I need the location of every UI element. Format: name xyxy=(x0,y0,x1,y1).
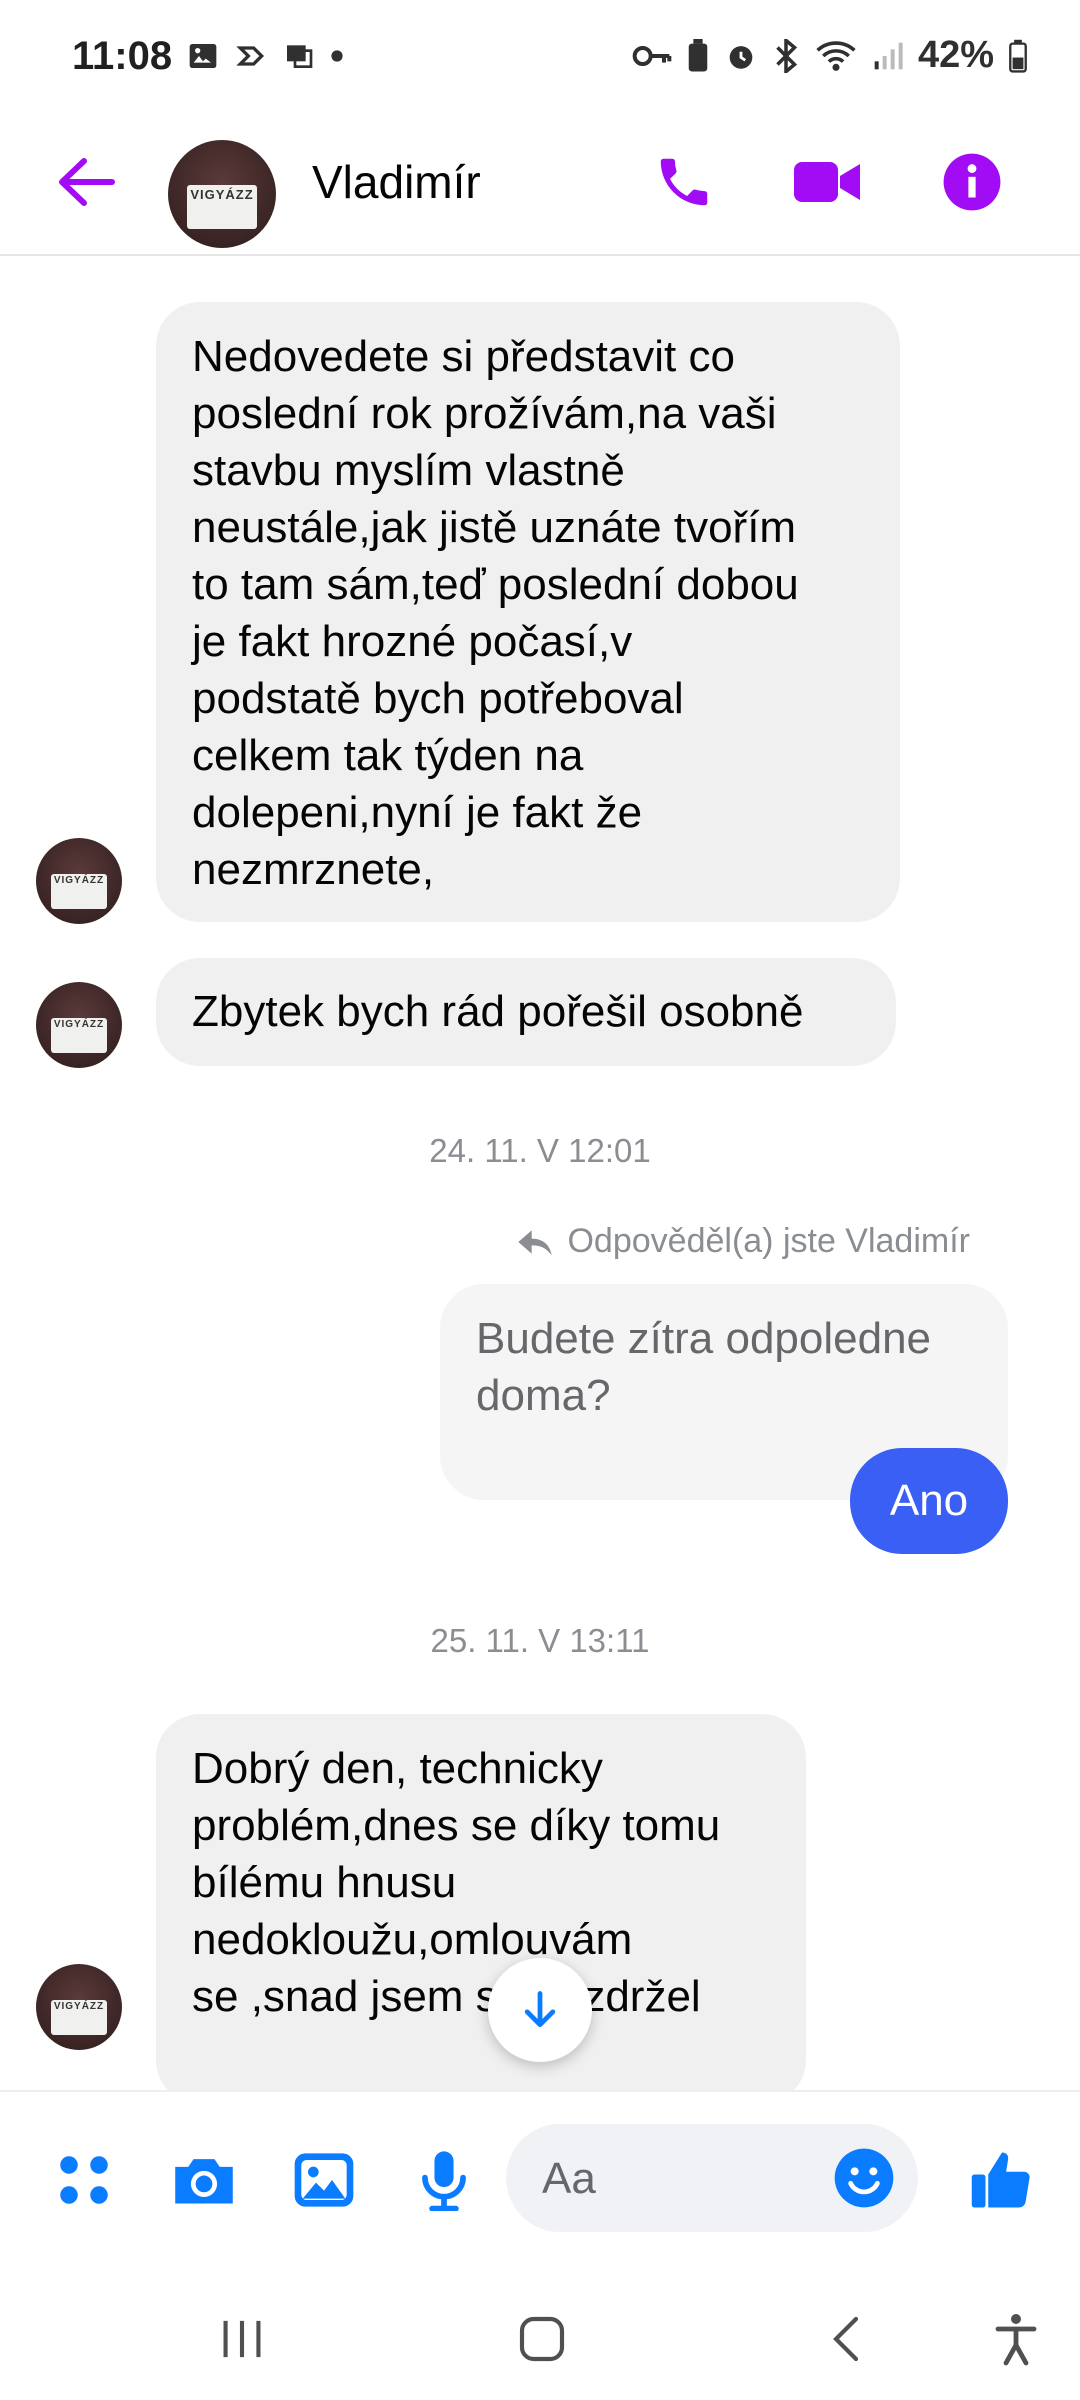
chat-header: VIGYÁZZ Vladimír xyxy=(0,120,1080,256)
sender-avatar[interactable]: VIGYÁZZ xyxy=(36,838,122,924)
audio-call-button[interactable] xyxy=(644,142,724,222)
back-button[interactable] xyxy=(50,146,122,218)
home-icon xyxy=(519,2316,565,2362)
accessibility-button[interactable] xyxy=(976,2304,1056,2374)
avatar-sign-text: VIGYÁZZ xyxy=(51,1018,107,1053)
status-left-icons xyxy=(186,40,344,72)
info-button[interactable] xyxy=(932,142,1012,222)
emoji-button[interactable] xyxy=(832,2146,896,2210)
bluetooth-icon xyxy=(776,38,798,73)
avatar-sign-text: VIGYÁZZ xyxy=(51,874,107,909)
sender-avatar[interactable]: VIGYÁZZ xyxy=(36,982,122,1068)
alarm-icon xyxy=(729,45,753,69)
image-icon xyxy=(189,44,217,68)
back-icon xyxy=(833,2316,859,2362)
timestamp: 24. 11. V 12:01 xyxy=(429,1132,651,1169)
arrow-down-icon xyxy=(524,1991,556,2028)
gallery-icon xyxy=(294,2153,354,2207)
contact-avatar[interactable]: VIGYÁZZ xyxy=(168,140,276,248)
like-button[interactable] xyxy=(962,2140,1042,2220)
accessibility-icon xyxy=(995,2314,1037,2366)
status-right: 42% xyxy=(632,34,1028,77)
camera-icon xyxy=(175,2159,233,2204)
composer-bar: Aa xyxy=(0,2090,1080,2270)
info-icon xyxy=(943,153,1001,211)
sync-icon xyxy=(236,46,265,66)
message-input-placeholder: Aa xyxy=(542,2154,596,2203)
apps-button[interactable] xyxy=(44,2140,124,2220)
message-list[interactable]: Nedovedete si představit co poslední rok… xyxy=(0,256,1080,2090)
reply-icon xyxy=(518,1229,553,1255)
status-bar: 11:08 42% xyxy=(0,0,1080,120)
arrow-left-icon xyxy=(59,158,115,206)
battery-percent: 42% xyxy=(917,34,994,76)
phone-icon xyxy=(660,158,708,206)
scroll-to-bottom-button[interactable] xyxy=(488,1958,592,2062)
contact-name[interactable]: Vladimír xyxy=(312,146,481,218)
dot-icon xyxy=(331,50,343,62)
signal-icon xyxy=(874,42,903,69)
video-icon xyxy=(794,162,860,202)
outgoing-message[interactable]: Ano xyxy=(850,1448,1008,1554)
recent-apps-icon xyxy=(223,2320,261,2358)
incoming-message[interactable]: Dobrý den, technicky problém,dnes se dík… xyxy=(156,1714,806,2090)
device-icon xyxy=(287,45,313,68)
thumbs-up-icon xyxy=(971,2152,1030,2208)
key-icon xyxy=(632,45,672,66)
battery-icon xyxy=(1009,39,1027,73)
incoming-message[interactable]: Zbytek bych rád pořešil osobně xyxy=(156,958,896,1066)
recent-apps-button[interactable] xyxy=(202,2304,282,2374)
battery-saver-icon xyxy=(688,38,708,71)
system-nav-bar xyxy=(0,2268,1080,2400)
emoji-icon xyxy=(834,2148,894,2208)
video-call-button[interactable] xyxy=(788,142,868,222)
back-nav-button[interactable] xyxy=(806,2304,886,2374)
timestamp: 25. 11. V 13:11 xyxy=(430,1622,650,1659)
wifi-icon xyxy=(816,40,856,71)
camera-button[interactable] xyxy=(164,2140,244,2220)
reply-note: Odpověděl(a) jste Vladimír xyxy=(515,1222,970,1261)
status-time: 11:08 xyxy=(72,34,173,78)
incoming-message[interactable]: Nedovedete si představit co poslední rok… xyxy=(156,302,900,922)
gallery-button[interactable] xyxy=(284,2140,364,2220)
message-input[interactable]: Aa xyxy=(506,2124,918,2232)
avatar-sign-text: VIGYÁZZ xyxy=(51,2000,107,2035)
microphone-button[interactable] xyxy=(404,2140,484,2220)
reply-note-text: Odpověděl(a) jste Vladimír xyxy=(567,1222,970,1260)
avatar-sign-text: VIGYÁZZ xyxy=(187,185,257,229)
microphone-icon xyxy=(422,2151,466,2211)
apps-icon xyxy=(60,2156,108,2204)
home-button[interactable] xyxy=(502,2304,582,2374)
sender-avatar[interactable]: VIGYÁZZ xyxy=(36,1964,122,2050)
